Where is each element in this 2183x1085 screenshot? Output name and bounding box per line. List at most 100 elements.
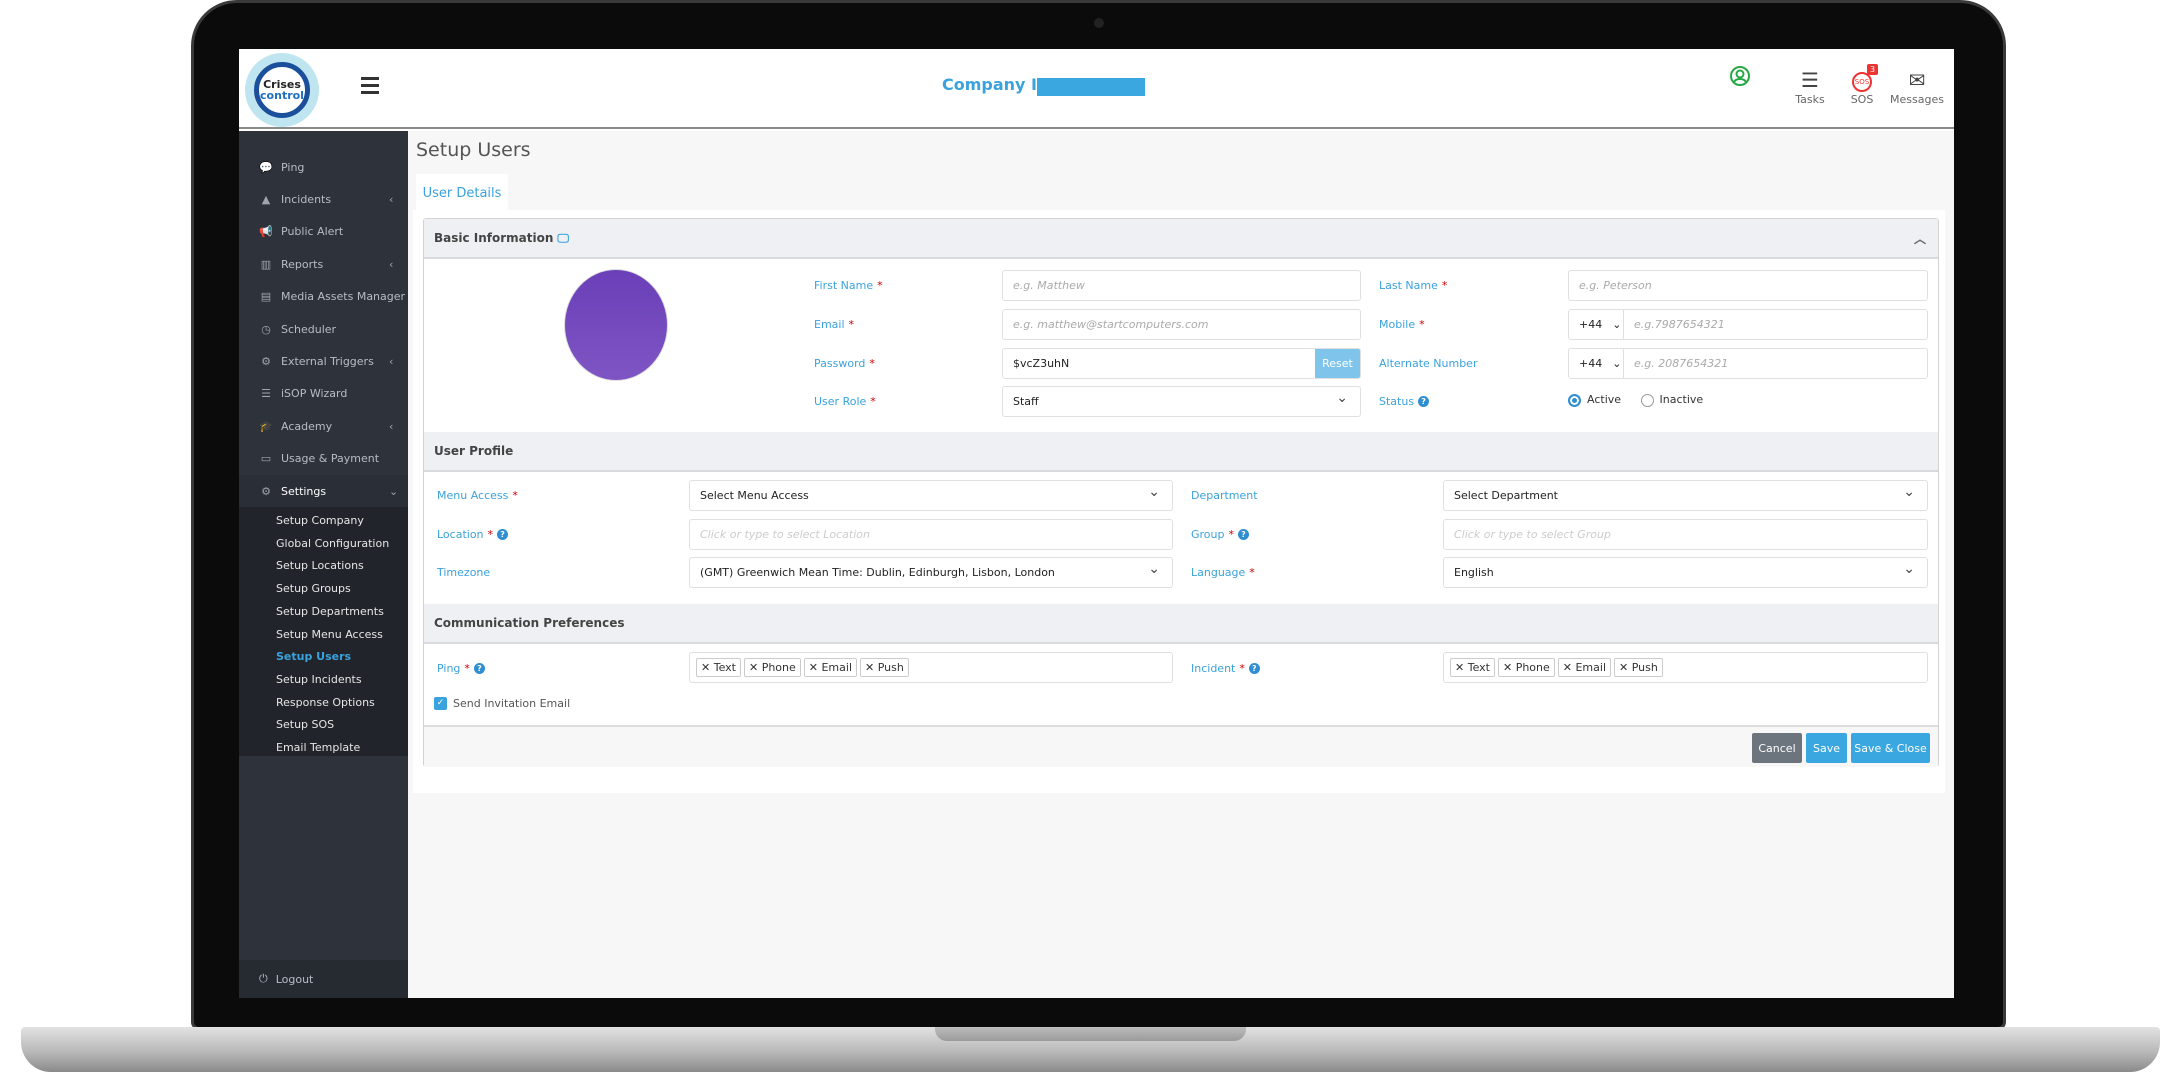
envelope-icon: ✉: [1908, 68, 1926, 92]
group-input[interactable]: Click or type to select Group: [1443, 519, 1928, 550]
mobile-input[interactable]: +44 ⌄ e.g.7987654321: [1568, 309, 1928, 340]
submenu-item[interactable]: Setup Company: [276, 514, 364, 527]
chevron-down-icon: ⌄: [1612, 318, 1622, 331]
location-input[interactable]: Click or type to select Location: [689, 519, 1173, 550]
section-title: Communication Preferences: [434, 616, 625, 630]
sidebar-item-isop-wizard[interactable]: ☰ iSOP Wizard: [239, 378, 408, 410]
radio-checked-icon: [1568, 393, 1581, 407]
sidebar-item-settings[interactable]: ⚙ Settings ⌄: [239, 475, 408, 507]
chip-label: Phone: [761, 661, 796, 674]
status-radio-group: Active Inactive: [1568, 393, 1703, 407]
list-icon: ☰: [261, 387, 271, 401]
submenu-item[interactable]: Setup Groups: [276, 582, 351, 595]
submenu-item[interactable]: Setup Users: [276, 650, 351, 663]
last-name-input[interactable]: e.g. Peterson: [1568, 270, 1928, 301]
tasks-button[interactable]: ☰ Tasks: [1780, 67, 1840, 106]
sidebar-item-reports[interactable]: ▥ Reports ‹: [239, 248, 408, 280]
sidebar-item-usage-payment[interactable]: ▭ Usage & Payment: [239, 443, 408, 475]
sidebar-item-scheduler[interactable]: ◷ Scheduler: [239, 313, 408, 345]
submenu-item[interactable]: Setup Locations: [276, 559, 364, 572]
remove-icon[interactable]: ✕: [1619, 661, 1628, 674]
cancel-button[interactable]: Cancel: [1752, 733, 1802, 763]
status-label: Status?: [1379, 386, 1430, 416]
remove-icon[interactable]: ✕: [865, 661, 874, 674]
submenu-item[interactable]: Global Configuration: [276, 537, 389, 550]
basic-information-header[interactable]: Basic Information 🖵 ︿: [424, 219, 1938, 259]
sidebar-item-media-assets-manager[interactable]: ▤ Media Assets Manager: [239, 281, 408, 313]
email-input[interactable]: e.g. matthew@startcomputers.com: [1002, 309, 1361, 340]
sidebar-item-public-alert[interactable]: 📢 Public Alert: [239, 216, 408, 248]
label-text: Language: [1191, 565, 1246, 579]
method-chip[interactable]: ✕ Push: [860, 658, 909, 677]
country-code-select[interactable]: +44 ⌄: [1569, 310, 1624, 339]
sidebar-item-incidents[interactable]: ▲ Incidents ‹: [239, 183, 408, 215]
sidebar-item-external-triggers[interactable]: ⚙ External Triggers ‹: [239, 345, 408, 377]
remove-icon[interactable]: ✕: [1503, 661, 1512, 674]
submenu-item[interactable]: Email Template: [276, 741, 360, 754]
timezone-select[interactable]: (GMT) Greenwich Mean Time: Dublin, Edinb…: [689, 557, 1173, 588]
chevron-left-icon: ‹: [389, 419, 394, 433]
submenu-item[interactable]: Setup Menu Access: [276, 628, 383, 641]
submenu-item[interactable]: Setup Departments: [276, 605, 384, 618]
remove-icon[interactable]: ✕: [701, 661, 710, 674]
submenu-item[interactable]: Setup Incidents: [276, 673, 362, 686]
help-icon[interactable]: ?: [473, 662, 485, 674]
crises-control-logo[interactable]: Crises control: [245, 53, 319, 127]
sidebar-item-label: Incidents: [281, 192, 332, 206]
method-chip[interactable]: ✕ Text: [696, 658, 741, 677]
last-name-label: Last Name *: [1379, 270, 1447, 300]
country-code-select[interactable]: +44 ⌄: [1569, 349, 1624, 378]
incident-methods-input[interactable]: ✕ Text ✕ Phone ✕ Email ✕ Push: [1443, 652, 1928, 683]
password-input[interactable]: $vcZ3uhN Reset: [1002, 348, 1361, 379]
submenu-item[interactable]: Setup SOS: [276, 718, 334, 731]
department-select[interactable]: Select Department: [1443, 480, 1928, 511]
required-mark: *: [1239, 661, 1245, 675]
remove-icon[interactable]: ✕: [1563, 661, 1572, 674]
help-icon[interactable]: ?: [1418, 395, 1430, 407]
method-chip[interactable]: ✕ Phone: [1497, 658, 1555, 677]
first-name-input[interactable]: e.g. Matthew: [1002, 270, 1361, 301]
user-role-select[interactable]: Staff: [1002, 386, 1361, 417]
sos-icon: SOS 3: [1832, 64, 1892, 93]
save-button[interactable]: Save: [1806, 733, 1847, 763]
sidebar-item-ping[interactable]: 💬 Ping: [239, 151, 408, 183]
reset-password-button[interactable]: Reset: [1315, 349, 1360, 378]
gear-icon: ⚙: [261, 484, 271, 498]
method-chip[interactable]: ✕ Phone: [743, 658, 801, 677]
sos-button[interactable]: SOS 3 SOS: [1832, 64, 1892, 106]
help-icon[interactable]: ?: [497, 528, 509, 540]
sidebar-item-academy[interactable]: 🎓 Academy ‹: [239, 410, 408, 442]
status-active-radio[interactable]: Active: [1568, 393, 1621, 407]
avatar[interactable]: [564, 269, 668, 381]
logout-button[interactable]: ⏻ Logout: [239, 960, 408, 998]
method-chip[interactable]: ✕ Email: [803, 658, 858, 677]
chevron-up-icon[interactable]: ︿: [1914, 230, 1926, 247]
send-invitation-checkbox[interactable]: ✓ Send Invitation Email: [434, 697, 570, 710]
status-inactive-radio[interactable]: Inactive: [1640, 393, 1703, 407]
help-icon[interactable]: ?: [1248, 662, 1260, 674]
method-chip[interactable]: ✕ Text: [1450, 658, 1495, 677]
method-chip[interactable]: ✕ Push: [1614, 658, 1663, 677]
remove-icon[interactable]: ✕: [749, 661, 758, 674]
remove-icon[interactable]: ✕: [1455, 661, 1464, 674]
sidebar-item-label: Usage & Payment: [281, 452, 380, 466]
label-text: Incident: [1191, 661, 1236, 675]
hamburger-menu-icon[interactable]: [361, 77, 379, 80]
chip-label: Push: [1631, 661, 1658, 674]
megaphone-icon: 📢: [259, 225, 273, 239]
method-chip[interactable]: ✕ Email: [1557, 658, 1612, 677]
selected-value: Staff: [1013, 395, 1039, 408]
help-icon[interactable]: ?: [1238, 528, 1249, 540]
alternate-number-input[interactable]: +44 ⌄ e.g. 2087654321: [1568, 348, 1928, 379]
remove-icon[interactable]: ✕: [809, 661, 818, 674]
messages-button[interactable]: ✉ Messages: [1887, 67, 1947, 106]
password-value: $vcZ3uhN: [1013, 357, 1070, 370]
menu-access-select[interactable]: Select Menu Access: [689, 480, 1173, 511]
tab-user-details[interactable]: User Details: [416, 174, 508, 212]
profile-button[interactable]: [1710, 65, 1770, 91]
language-select[interactable]: English: [1443, 557, 1928, 588]
chip-label: Text: [713, 661, 736, 674]
save-and-close-button[interactable]: Save & Close: [1851, 733, 1930, 763]
submenu-item[interactable]: Response Options: [276, 696, 375, 709]
ping-methods-input[interactable]: ✕ Text ✕ Phone ✕ Email ✕ Push: [689, 652, 1173, 683]
